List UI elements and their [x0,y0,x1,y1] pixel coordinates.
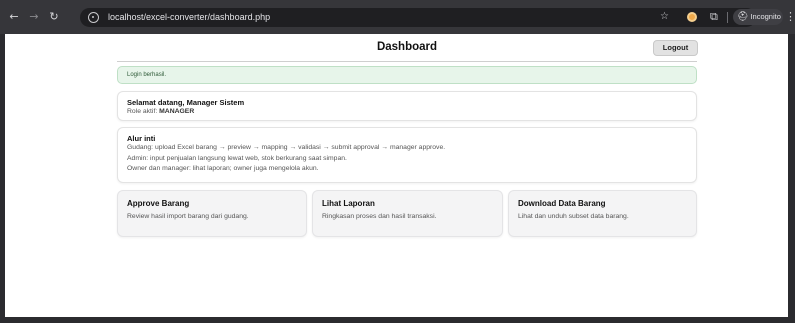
approve-barang-card[interactable]: Approve Barang Review hasil import baran… [117,190,307,237]
role-prefix: Role aktif: [127,108,158,115]
download-data-barang-card[interactable]: Download Data Barang Lihat dan unduh sub… [508,190,697,237]
forward-arrow-icon[interactable]: → [27,10,41,24]
page-viewport: Dashboard Logout Login berhasil. Selamat… [5,34,788,317]
flow-line-owner: Owner dan manager: lihat laporan; owner … [127,165,319,172]
core-flow-title: Alur inti [127,134,156,143]
bookmark-star-icon[interactable]: ☆ [660,11,669,22]
flow-line-admin: Admin: input penjualan langsung lewat we… [127,154,347,162]
page-header: Dashboard Logout [117,34,698,62]
menu-dots-icon[interactable]: ⋮ [785,10,795,23]
extension-icon[interactable] [687,12,697,22]
incognito-badge[interactable]: ⛑ Incognito [733,9,783,25]
lihat-laporan-description: Ringkasan proses dan hasil transaksi. [322,213,437,220]
flow-line-gudang: Gudang: upload Excel barang → preview → … [127,144,446,151]
page-title: Dashboard [376,41,438,53]
core-flow-card: Alur inti Gudang: upload Excel barang → … [117,127,697,183]
site-info-icon[interactable] [88,12,99,23]
download-data-barang-description: Lihat dan unduh subset data barang. [518,213,629,220]
welcome-greeting: Selamat datang, Manager Sistem [127,98,245,107]
incognito-label: Incognito [750,12,781,21]
browser-toolbar: ← → ↻ localhost/excel-converter/dashboar… [0,0,795,34]
download-data-barang-title: Download Data Barang [518,199,606,208]
welcome-card: Selamat datang, Manager Sistem Role akti… [117,91,697,121]
puzzle-icon[interactable]: ⧉ [710,10,718,24]
active-role: Role aktif: MANAGER [127,107,687,117]
approve-barang-description: Review hasil import barang dari gudang. [127,213,249,220]
approve-barang-title: Approve Barang [127,199,190,208]
incognito-icon: ⛑ [737,12,749,22]
toolbar-divider [727,12,728,23]
lihat-laporan-title: Lihat Laporan [322,199,375,208]
success-alert: Login berhasil. [117,66,697,84]
window-bottom-edge [5,317,788,323]
address-bar[interactable]: localhost/excel-converter/dashboard.php … [80,8,756,27]
logout-button[interactable]: Logout [653,40,698,56]
reload-icon[interactable]: ↻ [47,10,61,24]
url-text: localhost/excel-converter/dashboard.php [108,12,271,22]
role-value: MANAGER [159,108,195,115]
back-arrow-icon[interactable]: ← [7,10,21,24]
lihat-laporan-card[interactable]: Lihat Laporan Ringkasan proses dan hasil… [312,190,503,237]
